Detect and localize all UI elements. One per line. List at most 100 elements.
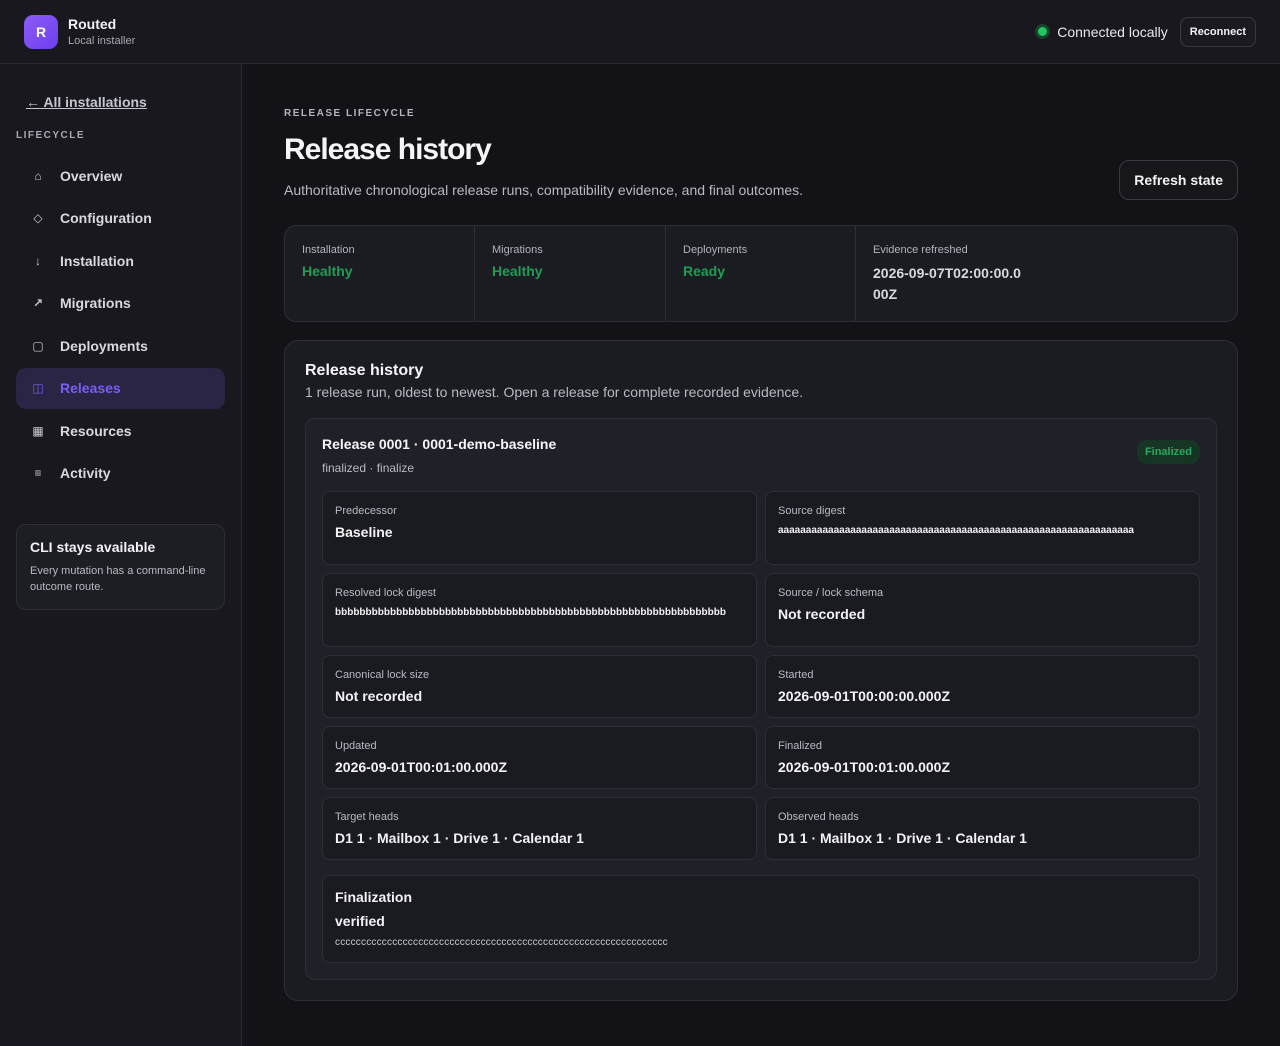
status-migrations: Migrations Healthy [475,226,666,321]
field-label: Updated [335,740,377,752]
sidebar: ← All installations LIFECYCLE ⌂ Overview… [0,64,242,1046]
list-icon: ≡ [34,466,42,480]
sidebar-item-label: Migrations [60,295,131,311]
field-updated: Updated 2026-09-01T00:01:00.000Z [322,726,757,789]
status-label: Installation [302,244,355,256]
sidebar-item-activity[interactable]: ≡ Activity [16,453,225,494]
columns-icon: ◫ [32,381,44,395]
page-title: Release history [284,133,492,166]
app-name: Routed [68,16,117,32]
connection-status: Connected locally Reconnect [1038,16,1256,47]
finalization-value: verified [335,913,385,929]
diamond-icon: ◇ [33,211,43,225]
sidebar-item-label: Activity [60,465,111,481]
sidebar-item-label: Installation [60,252,134,269]
sidebar-item-configuration[interactable]: ◇ Configuration [16,198,225,239]
status-value: 2026-09-07T02:00:00.000Z [873,265,1021,302]
status-value: Healthy [492,263,543,279]
square-icon: ▢ [32,338,44,353]
status-label: Migrations [492,244,543,256]
field-value: 2026-09-01T00:00:00.000Z [778,688,951,704]
status-dot-icon [1038,27,1048,36]
field-value: D1 1 · Mailbox 1 · Drive 1 · Calendar 1 [335,830,584,846]
sidebar-item-resources[interactable]: ▦ Resources [16,410,225,451]
field-label: Target heads [335,811,399,823]
field-value: 2026-09-01T00:01:00.000Z [778,759,951,775]
field-label: Finalized [778,740,823,752]
status-summary: Installation Healthy Migrations Healthy … [284,225,1238,322]
field-value: Not recorded [335,688,423,704]
release-subtitle: finalized · finalize [322,461,415,475]
field-label: Observed heads [778,811,859,823]
app-logo: R [24,14,58,49]
grid-icon: ▦ [32,423,44,438]
top-bar: R Routed Local installer Connected local… [0,0,1280,64]
finalization-title: Finalization [335,889,412,905]
arrow-up-right-icon: ↗ [32,296,44,310]
field-label: Canonical lock size [335,669,430,681]
sidebar-item-releases[interactable]: ◫ Releases [16,367,225,409]
sidebar-item-label: Resources [60,422,132,439]
cli-card-title: CLI stays available [30,538,156,555]
field-source-digest: Source digest aaaaaaaaaaaaaaaaaaaaaaaaaa… [765,491,1200,565]
field-value: 2026-09-01T00:01:00.000Z [335,759,508,775]
field-source-lock-schema: Source / lock schema Not recorded [765,573,1200,647]
finalization-hash: cccccccccccccccccccccccccccccccccccccccc… [335,937,668,948]
brand: R Routed Local installer [24,14,136,49]
field-predecessor: Predecessor Baseline [322,491,757,565]
sidebar-item-label: Configuration [60,210,152,226]
field-value: aaaaaaaaaaaaaaaaaaaaaaaaaaaaaaaaaaaaaaaa… [778,525,1134,536]
refresh-state-button[interactable]: Refresh state [1119,160,1238,200]
page-eyebrow: RELEASE LIFECYCLE [284,108,416,119]
history-subtitle: 1 release run, oldest to newest. Open a … [305,384,804,400]
main-content: RELEASE LIFECYCLE Release history Author… [284,64,1238,1001]
release-card[interactable]: Release 0001 · 0001-demo-baseline finali… [305,418,1217,980]
field-value: Not recorded [778,606,866,622]
sidebar-section-label: LIFECYCLE [16,130,86,141]
release-history-card: Release history 1 release run, oldest to… [284,340,1238,1001]
release-fields: Predecessor Baseline Source digest aaaaa… [322,491,1200,860]
sidebar-item-migrations[interactable]: ↗ Migrations [16,283,225,324]
home-icon: ⌂ [34,168,42,183]
sidebar-item-installation[interactable]: ↓ Installation [16,240,225,281]
field-target-heads: Target heads D1 1 · Mailbox 1 · Drive 1 … [322,797,757,860]
history-title: Release history [305,362,424,379]
status-label: Evidence refreshed [873,244,968,256]
app-subtitle: Local installer [68,35,136,47]
sidebar-nav: ⌂ Overview ◇ Configuration ↓ Installatio… [16,155,225,494]
status-label: Deployments [683,244,748,256]
field-label: Resolved lock digest [335,587,436,599]
status-evidence-refreshed: Evidence refreshed 2026-09-07T02:00:00.0… [856,226,1237,321]
field-started: Started 2026-09-01T00:00:00.000Z [765,655,1200,718]
arrow-down-icon: ↓ [35,253,41,268]
sidebar-item-overview[interactable]: ⌂ Overview [16,155,225,196]
field-observed-heads: Observed heads D1 1 · Mailbox 1 · Drive … [765,797,1200,860]
all-installations-link[interactable]: ← All installations [26,94,225,110]
field-value: bbbbbbbbbbbbbbbbbbbbbbbbbbbbbbbbbbbbbbbb… [335,607,726,618]
field-canonical-lock-size: Canonical lock size Not recorded [322,655,757,718]
field-value: D1 1 · Mailbox 1 · Drive 1 · Calendar 1 [778,830,1027,846]
field-resolved-lock-digest: Resolved lock digest bbbbbbbbbbbbbbbbbbb… [322,573,757,647]
status-deployments: Deployments Ready [666,226,856,321]
field-finalized: Finalized 2026-09-01T00:01:00.000Z [765,726,1200,789]
status-value: Healthy [302,263,353,279]
field-value: Baseline [335,524,393,540]
sidebar-item-label: Releases [60,380,121,396]
sidebar-item-label: Deployments [60,337,148,354]
finalization-box: Finalization verified cccccccccccccccccc… [322,875,1200,963]
sidebar-item-deployments[interactable]: ▢ Deployments [16,325,225,366]
field-label: Source / lock schema [778,587,884,599]
cli-card-text: Every mutation has a command-line outcom… [30,564,206,593]
sidebar-item-label: Overview [60,167,123,184]
field-label: Started [778,669,814,681]
status-installation: Installation Healthy [285,226,475,321]
field-label: Source digest [778,505,846,517]
status-badge: Finalized [1136,440,1200,464]
field-label: Predecessor [335,505,397,517]
status-value: Ready [683,263,726,279]
connection-label: Connected locally [1057,23,1168,40]
release-title: Release 0001 · 0001-demo-baseline [322,436,557,452]
reconnect-button[interactable]: Reconnect [1179,16,1256,47]
page-subtitle: Authoritative chronological release runs… [284,182,804,198]
cli-info-card: CLI stays available Every mutation has a… [16,523,225,610]
